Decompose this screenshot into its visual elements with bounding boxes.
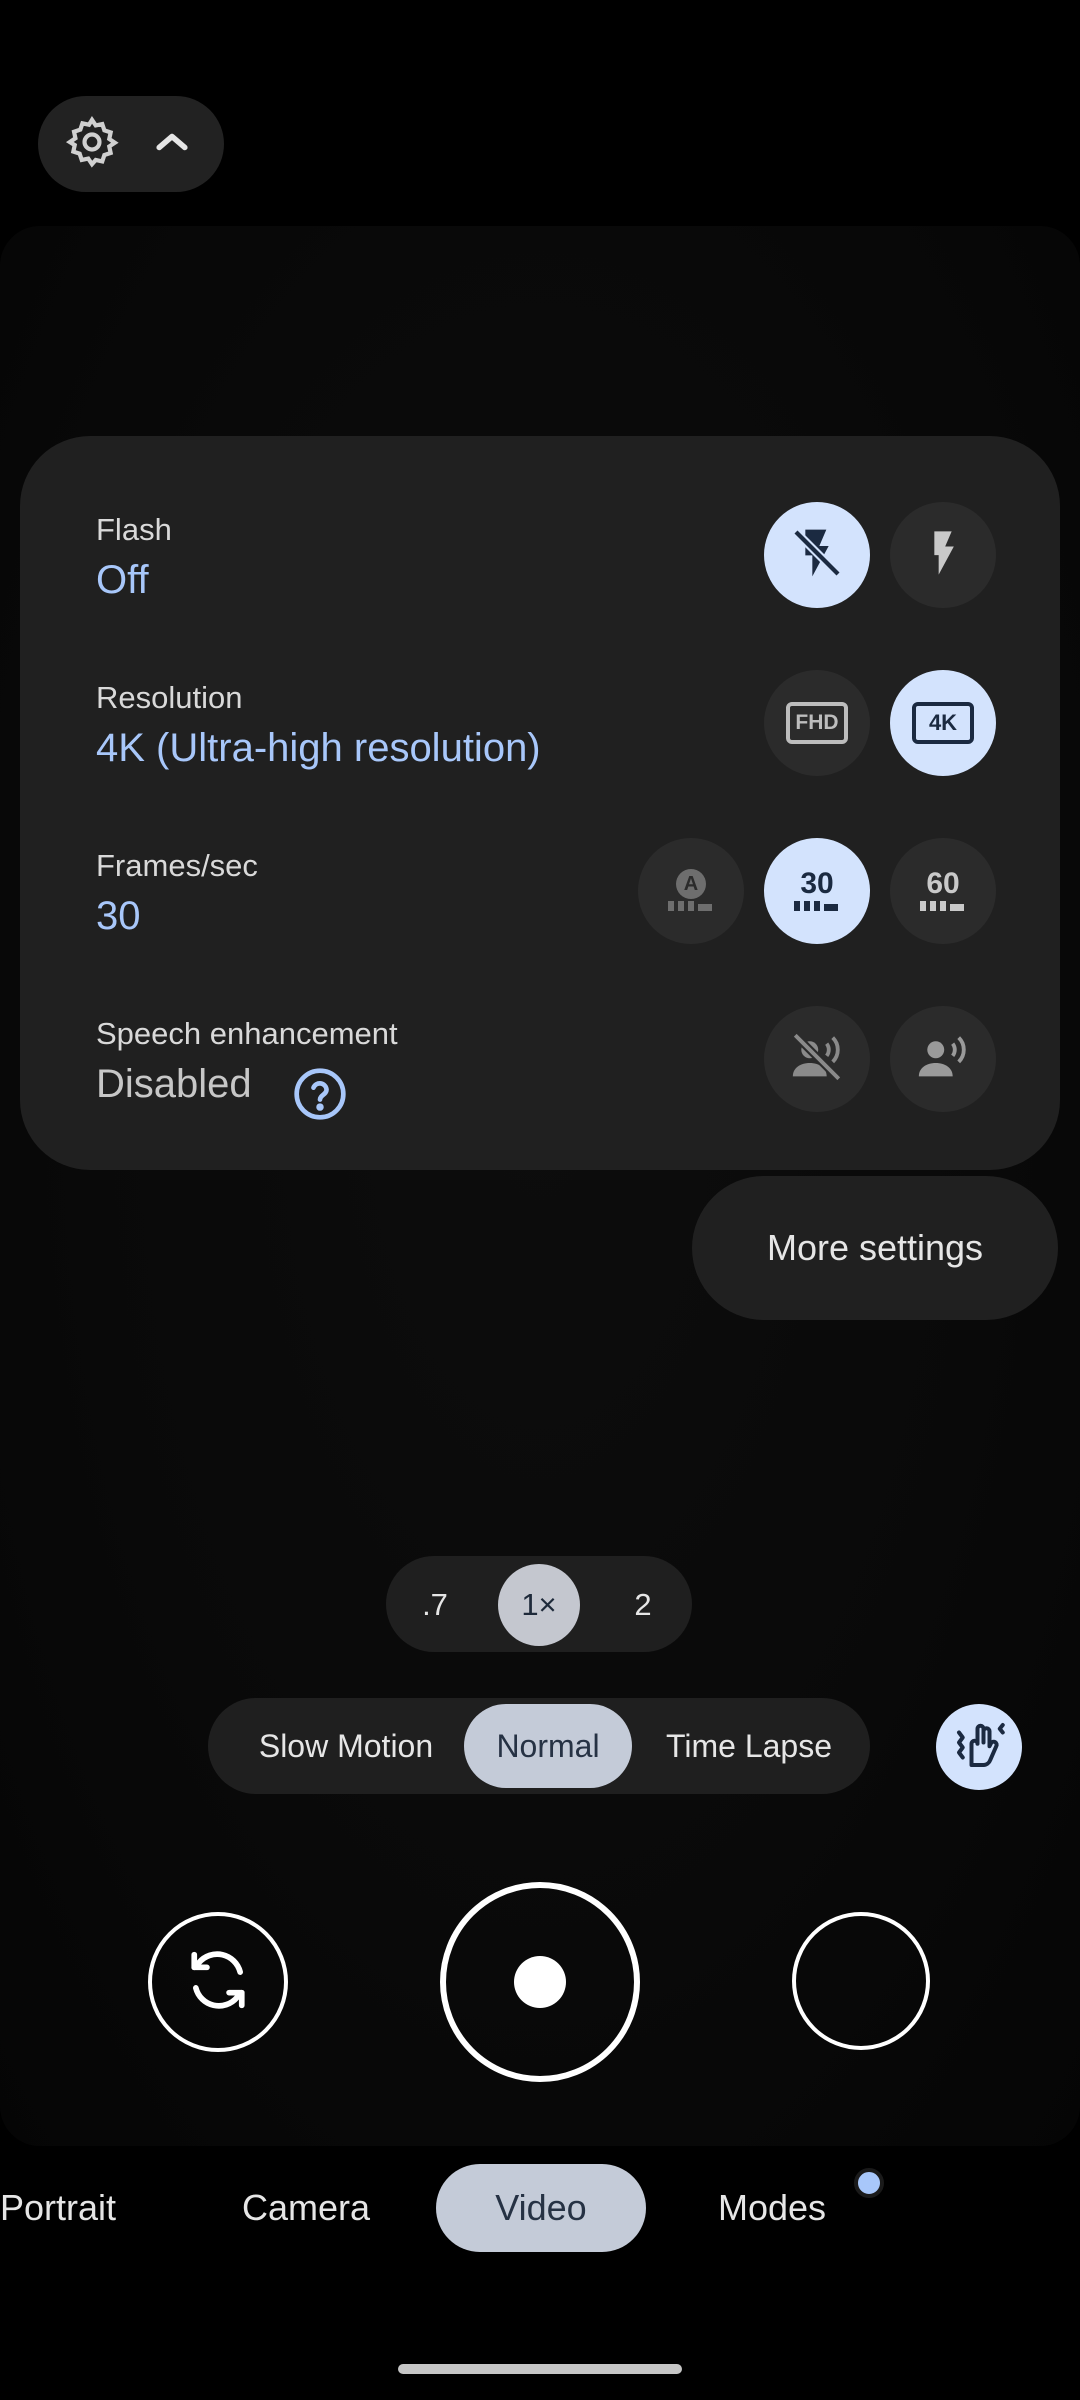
time-lapse-option[interactable]: Time Lapse	[638, 1704, 860, 1788]
more-settings-button[interactable]: More settings	[692, 1176, 1058, 1320]
resolution-row: Resolution 4K (Ultra-high resolution) FH…	[20, 670, 1060, 820]
fhd-icon: FHD	[786, 702, 848, 744]
camera-screen: Flash Off Resolution 4K (Ultra-high reso…	[0, 0, 1080, 2400]
mode-tab-video[interactable]: Video	[436, 2164, 646, 2252]
speech-off-button[interactable]	[764, 1006, 870, 1112]
new-badge-dot	[854, 2168, 884, 2198]
resolution-value: 4K (Ultra-high resolution)	[96, 726, 541, 770]
slow-motion-option[interactable]: Slow Motion	[220, 1704, 472, 1788]
fps-value: 30	[96, 894, 141, 938]
speech-value: Disabled	[96, 1062, 252, 1106]
flash-on-button[interactable]	[890, 502, 996, 608]
flash-row: Flash Off	[20, 502, 1060, 652]
resolution-fhd-button[interactable]: FHD	[764, 670, 870, 776]
zoom-selector: .7 1× 2	[386, 1556, 692, 1652]
help-icon[interactable]	[292, 1066, 348, 1122]
mode-tab-modes[interactable]: Modes	[700, 2164, 844, 2252]
flash-off-button[interactable]	[764, 502, 870, 608]
stabilization-button[interactable]	[936, 1704, 1022, 1790]
resolution-label: Resolution	[96, 680, 243, 715]
quick-settings-panel: Flash Off Resolution 4K (Ultra-high reso…	[20, 436, 1060, 1170]
speech-on-icon	[914, 1028, 972, 1091]
zoom-2x-button[interactable]: 2	[602, 1564, 684, 1646]
normal-option[interactable]: Normal	[464, 1704, 632, 1788]
speech-row: Speech enhancement Disabled	[20, 1006, 1060, 1156]
fps-30-icon: 30	[792, 869, 842, 913]
auto-fps-icon: A	[666, 869, 716, 913]
fps-auto-button[interactable]: A	[638, 838, 744, 944]
zoom-1x-button[interactable]: 1×	[498, 1564, 580, 1646]
zoom-0-7-button[interactable]: .7	[394, 1564, 476, 1646]
home-indicator[interactable]	[398, 2364, 682, 2374]
stabilization-hand-icon	[949, 1715, 1009, 1780]
speech-on-button[interactable]	[890, 1006, 996, 1112]
speech-off-icon	[788, 1028, 846, 1091]
4k-icon: 4K	[912, 702, 974, 744]
fps-row: Frames/sec 30 A 30 60	[20, 838, 1060, 988]
fps-label: Frames/sec	[96, 848, 258, 883]
flip-camera-button[interactable]	[148, 1912, 288, 2052]
speech-label: Speech enhancement	[96, 1016, 398, 1051]
fps-60-icon: 60	[918, 869, 968, 913]
settings-toggle[interactable]	[38, 96, 224, 192]
fps-60-button[interactable]: 60	[890, 838, 996, 944]
gallery-thumbnail-button[interactable]	[792, 1912, 930, 2050]
fps-30-button[interactable]: 30	[764, 838, 870, 944]
resolution-4k-button[interactable]: 4K	[890, 670, 996, 776]
record-dot-icon	[514, 1956, 566, 2008]
more-settings-label: More settings	[766, 1227, 984, 1268]
flash-value: Off	[96, 558, 149, 602]
record-button[interactable]	[440, 1882, 640, 2082]
chevron-up-icon	[150, 120, 194, 169]
flash-off-icon	[789, 525, 845, 586]
mode-tab-portrait[interactable]: Portrait	[0, 2164, 136, 2252]
mode-tab-camera[interactable]: Camera	[222, 2164, 390, 2252]
flash-label: Flash	[96, 512, 172, 547]
speed-mode-selector: Slow Motion Normal Time Lapse	[208, 1698, 870, 1794]
gear-icon	[64, 114, 120, 175]
flash-on-icon	[917, 527, 969, 584]
camera-switch-icon	[180, 1942, 256, 2023]
